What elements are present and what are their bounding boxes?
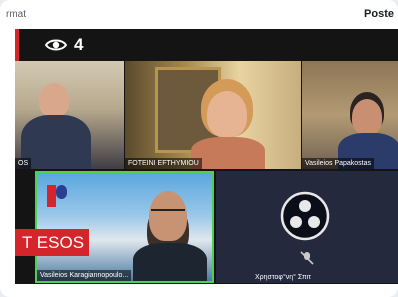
- participant-body: [21, 115, 91, 169]
- card-header: rmat Poste: [0, 0, 398, 29]
- obs-logo-icon: [280, 191, 330, 241]
- participant-name: Vasileios Karagiannopoulo...: [37, 270, 132, 281]
- participant-name: OS: [15, 158, 32, 169]
- participant-tile-active[interactable]: Vasileios Karagiannopoulo...: [35, 171, 214, 283]
- participant-head: [207, 91, 247, 137]
- video-card: rmat Poste 4 OS FOTEINI EFTHYMIOU Vasile…: [0, 0, 398, 297]
- participant-head: [39, 83, 69, 117]
- viewer-count: 4: [74, 35, 84, 54]
- mic-off-icon: [300, 251, 314, 265]
- header-left-text: rmat: [6, 9, 26, 20]
- participant-name: FOTEINI EFTHYMIOU: [125, 158, 202, 169]
- university-logo: [47, 185, 67, 207]
- participant-name: Vasileios Papakostas: [302, 158, 375, 169]
- participant-tile[interactable]: OS: [15, 61, 124, 169]
- participant-body: [191, 137, 265, 169]
- participant-tile[interactable]: FOTEINI EFTHYMIOU: [125, 61, 301, 169]
- live-accent-bar: [15, 29, 19, 61]
- header-right-text[interactable]: Poste: [364, 8, 394, 20]
- viewer-counter: 4: [45, 34, 83, 56]
- participant-tile[interactable]: Χρηστοφ°νη° Σπιτ: [216, 171, 398, 283]
- glasses: [151, 209, 185, 219]
- participant-body: [133, 243, 207, 281]
- participant-tile[interactable]: Vasileios Papakostas: [302, 61, 398, 169]
- lower-third-ticker: T ESOS: [15, 229, 89, 256]
- eye-icon: [45, 39, 67, 51]
- participant-name: Χρηστοφ°νη° Σπιτ: [255, 274, 312, 281]
- participant-head: [352, 99, 382, 135]
